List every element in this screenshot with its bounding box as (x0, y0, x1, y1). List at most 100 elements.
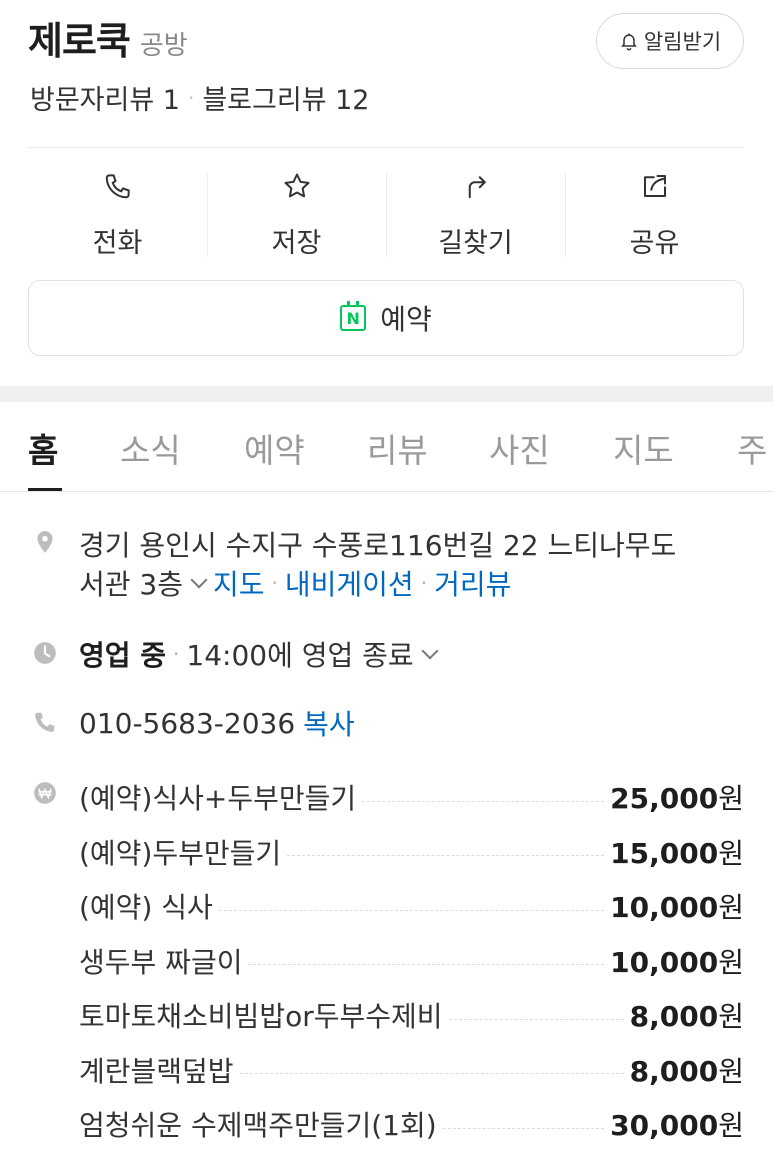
separator-dot: · (187, 85, 195, 110)
reserve-button[interactable]: N 예약 (28, 280, 744, 356)
address-line1: 경기 용인시 수지구 수풍로116번길 22 느티나무도 (79, 529, 677, 562)
menu-item-price: 8,000원 (630, 1050, 744, 1090)
price-unit: 원 (718, 836, 744, 870)
menu-item[interactable]: 생두부 짜글이 10,000원 (79, 934, 744, 989)
save-button[interactable]: 저장 (207, 165, 386, 260)
open-status: 영업 중 (79, 639, 167, 672)
clock-icon (34, 642, 56, 664)
chevron-down-icon[interactable] (421, 642, 439, 660)
share-label: 공유 (629, 228, 680, 259)
address-floor: 서관 3층 (79, 568, 183, 601)
directions-label: 길찾기 (438, 228, 513, 259)
separator-dot: · (173, 642, 180, 666)
street-view-link[interactable]: 거리뷰 (434, 563, 511, 603)
tab-map[interactable]: 지도 (613, 424, 674, 472)
menu-item[interactable]: 계란블랙덮밥 8,000원 (79, 1043, 744, 1098)
action-bar: 전화 저장 길찾기 공유 (28, 165, 744, 260)
navigation-link[interactable]: 내비게이션 (285, 563, 414, 603)
menu-item-name: 계란블랙덮밥 (79, 1054, 234, 1088)
active-tab-indicator (28, 488, 62, 491)
copy-phone-button[interactable]: 복사 (303, 703, 355, 743)
price-unit: 원 (718, 1054, 744, 1088)
leader-line (442, 1127, 605, 1129)
star-icon (284, 173, 309, 198)
call-label: 전화 (92, 228, 143, 259)
price-unit: 원 (718, 945, 744, 979)
share-icon (643, 175, 666, 197)
menu-item-name: (예약)두부만들기 (79, 836, 282, 870)
price-unit: 원 (718, 1000, 744, 1034)
divider (28, 147, 744, 148)
tab-home[interactable]: 홈 (28, 424, 58, 472)
menu-item-name: 토마토채소비빔밥or두부수제비 (79, 1000, 443, 1034)
visitor-review-link[interactable]: 방문자리뷰 1 (30, 78, 180, 117)
price-amount: 30,000 (610, 1109, 719, 1143)
place-title: 제로쿡 공방 (28, 10, 188, 65)
leader-line (448, 1018, 624, 1020)
price-amount: 15,000 (610, 836, 719, 870)
price-unit: 원 (718, 782, 744, 816)
price-amount: 25,000 (610, 782, 719, 816)
tab-photos[interactable]: 사진 (489, 424, 550, 472)
menu-item[interactable]: 엄청쉬운 수제맥주만들기(1회) 30,000원 (79, 1097, 744, 1152)
price-unit: 원 (718, 1109, 744, 1143)
place-category: 공방 (139, 31, 188, 61)
menu-item-price: 10,000원 (610, 886, 744, 926)
leader-line (248, 964, 605, 966)
chevron-down-icon[interactable] (190, 571, 208, 589)
tab-more[interactable]: 주 (737, 424, 767, 472)
notify-button[interactable]: 알림받기 (596, 13, 744, 69)
leader-line (218, 909, 605, 911)
price-amount: 10,000 (610, 891, 719, 925)
menu-item-name: 엄청쉬운 수제맥주만들기(1회) (79, 1109, 437, 1143)
menu-item-name: (예약)식사+두부만들기 (79, 782, 357, 816)
menu-item-name: 생두부 짜글이 (79, 945, 243, 979)
notify-label: 알림받기 (643, 30, 722, 54)
directions-icon (468, 176, 486, 199)
call-button[interactable]: 전화 (28, 165, 207, 260)
price-amount: 10,000 (610, 945, 719, 979)
menu-item[interactable]: (예약) 식사 10,000원 (79, 879, 744, 934)
phone-row: 010-5683-2036 복사 (79, 703, 355, 743)
tab-reservation[interactable]: 예약 (244, 424, 305, 472)
price-unit: 원 (718, 891, 744, 925)
share-button[interactable]: 공유 (565, 165, 744, 260)
price-won-icon (34, 782, 56, 804)
menu-item-price: 30,000원 (610, 1104, 744, 1144)
place-header: 제로쿡 공방 알림받기 방문자리뷰 1 · 블로그리뷰 12 전화 저장 길찾기… (0, 0, 773, 385)
tab-reviews[interactable]: 리뷰 (367, 424, 428, 472)
price-amount: 8,000 (629, 1000, 719, 1034)
place-name: 제로쿡 (28, 19, 131, 63)
save-label: 저장 (271, 228, 322, 259)
menu-item[interactable]: 토마토채소비빔밥or두부수제비 8,000원 (79, 988, 744, 1043)
leader-line (287, 855, 605, 857)
leader-line (362, 800, 605, 802)
review-summary: 방문자리뷰 1 · 블로그리뷰 12 (30, 78, 369, 117)
address-line2: 서관 3층 지도 · 내비게이션 · 거리뷰 (79, 563, 511, 603)
menu-list: (예약)식사+두부만들기 25,000원 (예약)두부만들기 15,000원 (… (79, 770, 744, 1152)
tab-news[interactable]: 소식 (120, 424, 181, 472)
section-gap (0, 386, 773, 402)
naver-booking-icon: N (340, 301, 367, 331)
separator-dot: · (271, 571, 278, 595)
menu-item[interactable]: (예약)식사+두부만들기 25,000원 (79, 770, 744, 825)
menu-item-price: 10,000원 (610, 941, 744, 981)
phone-icon (35, 712, 55, 732)
phone-icon (105, 174, 130, 199)
hours-detail: 14:00에 영업 종료 (186, 639, 414, 672)
leader-line (239, 1073, 624, 1075)
menu-item[interactable]: (예약)두부만들기 15,000원 (79, 825, 744, 880)
blog-review-link[interactable]: 블로그리뷰 12 (202, 78, 369, 117)
directions-button[interactable]: 길찾기 (386, 165, 565, 260)
separator-dot: · (420, 571, 428, 595)
tab-bar: 홈 소식 예약 리뷰 사진 지도 주 (0, 402, 773, 492)
business-hours[interactable]: 영업 중 · 14:00에 영업 종료 (79, 634, 444, 674)
price-amount: 8,000 (629, 1054, 719, 1088)
bell-icon (621, 33, 637, 51)
menu-item-price: 8,000원 (630, 995, 744, 1035)
location-pin-icon (37, 531, 53, 553)
phone-number[interactable]: 010-5683-2036 (79, 707, 295, 740)
reserve-label: 예약 (380, 303, 432, 336)
map-link[interactable]: 지도 (213, 563, 265, 603)
menu-item-name: (예약) 식사 (79, 891, 213, 925)
